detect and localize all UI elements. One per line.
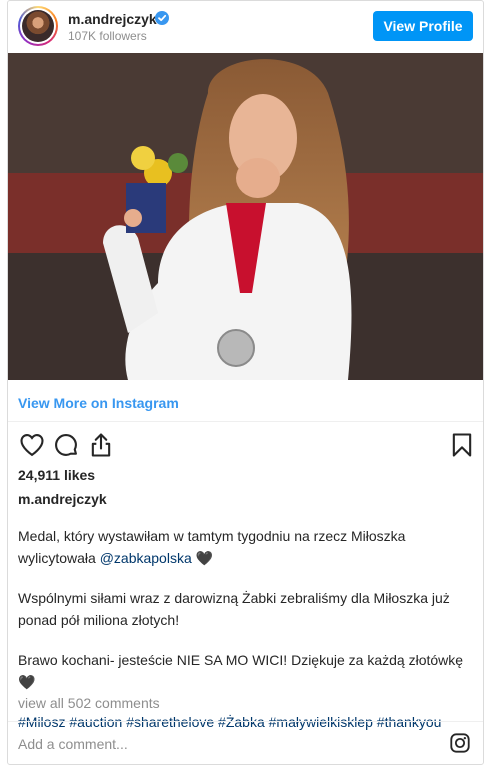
hashtag-link[interactable]: #thankyou: [377, 714, 442, 730]
view-all-comments-link[interactable]: view all 502 comments: [18, 695, 160, 711]
header-username[interactable]: m.andrejczyk: [68, 11, 157, 27]
caption-paragraph: Brawo kochani- jesteście NIE SA MO WICI!…: [18, 652, 464, 690]
heart-icon[interactable]: [18, 431, 46, 459]
instagram-embed-card: m.andrejczyk 107K followers View Profile: [7, 0, 484, 765]
caption-paragraph: Wspólnymi siłami wraz z darowizną Żabki …: [18, 590, 450, 628]
post-caption: Medal, który wystawiłam w tamtym tygodni…: [18, 525, 473, 751]
divider: [8, 721, 483, 722]
verified-badge-icon: [155, 11, 169, 25]
avatar[interactable]: [18, 6, 58, 46]
divider: [8, 421, 483, 422]
hashtag-link[interactable]: #auction: [69, 714, 122, 730]
comment-icon[interactable]: [52, 431, 80, 459]
action-bar: [8, 429, 483, 463]
add-comment-input[interactable]: Add a comment...: [18, 736, 128, 752]
view-more-link[interactable]: View More on Instagram: [18, 395, 179, 411]
caption-username[interactable]: m.andrejczyk: [18, 491, 107, 507]
bookmark-icon[interactable]: [448, 431, 476, 459]
share-icon[interactable]: [87, 431, 115, 459]
mention-link[interactable]: @zabkapolska: [100, 550, 192, 566]
hashtag-link[interactable]: #Milosz: [18, 714, 65, 730]
hashtag-list: #Milosz #auction #sharethelove #Żabka #m…: [18, 711, 473, 733]
post-image[interactable]: [8, 53, 483, 380]
view-profile-button[interactable]: View Profile: [373, 11, 473, 41]
caption-text: 🖤: [191, 550, 214, 566]
like-count[interactable]: 24,911 likes: [18, 467, 95, 483]
instagram-icon[interactable]: [449, 732, 471, 754]
caption-paragraph: Medal, który wystawiłam w tamtym tygodni…: [18, 525, 473, 569]
hashtag-link[interactable]: #Żabka: [218, 714, 265, 730]
hashtag-link[interactable]: #sharethelove: [126, 714, 214, 730]
hashtag-link[interactable]: #maływielkisklep: [269, 714, 373, 730]
follower-count: 107K followers: [68, 29, 147, 43]
post-header: m.andrejczyk 107K followers View Profile: [8, 1, 483, 53]
